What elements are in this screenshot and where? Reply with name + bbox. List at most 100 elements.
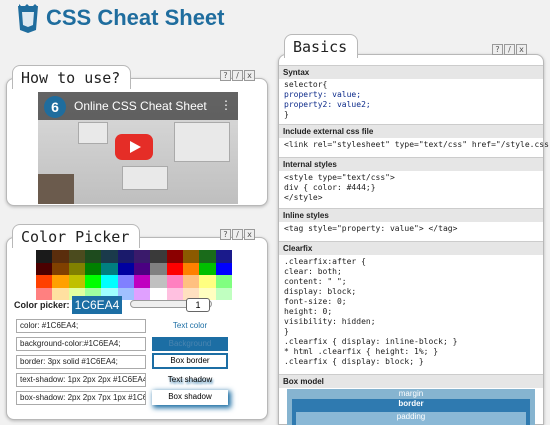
palette-swatch[interactable] [166,287,183,300]
box-model-border-label: border [398,399,424,408]
palette-swatch[interactable] [36,275,53,288]
palette-swatch[interactable] [68,250,85,263]
box-shadow-sample: Box shadow [152,390,228,405]
color-code-field[interactable]: color: #1C6EA4; [16,319,146,333]
border-sample: Box border [152,353,228,369]
palette-swatch[interactable] [101,250,118,263]
border-code-field[interactable]: border: 3px solid #1C6EA4; [16,355,146,369]
code-line: height: 0; [284,307,333,316]
close-icon[interactable]: x [516,44,527,55]
palette-swatch[interactable] [133,275,151,288]
code-line: .clearfix:after { [284,257,366,266]
section-clearfix: Clearfix [279,241,543,255]
palette-swatch[interactable] [36,250,53,263]
box-shadow-code-field[interactable]: box-shadow: 2px 2px 7px 1px #1C6EA4; [16,391,146,405]
palette-swatch[interactable] [182,262,200,275]
section-inline-styles: Inline styles [279,208,543,222]
video-title[interactable]: Online CSS Cheat Sheet [74,99,207,113]
code-line: } [284,327,289,336]
palette-swatch[interactable] [166,262,183,275]
inline-styles-code: <tag style="property: value"> </tag> [284,224,458,233]
palette-swatch[interactable] [52,262,69,275]
help-icon[interactable]: ? [492,44,503,55]
play-icon[interactable] [115,134,153,160]
close-icon[interactable]: x [244,70,255,81]
video-scene-box [174,122,230,162]
palette-swatch[interactable] [199,262,216,275]
code-line: display: block; [284,287,357,296]
code-line: <style type="text/css"> [284,173,395,182]
text-color-sample: Text color [172,321,208,330]
howto-panel-title: How to use? [12,65,132,89]
code-line: div { color: #444;} [284,183,376,192]
maximize-icon[interactable]: / [504,44,515,55]
palette-swatch[interactable] [68,262,85,275]
tutorial-video[interactable]: 6 Online CSS Cheat Sheet ⋮ [38,92,238,204]
palette-swatch[interactable] [101,275,118,288]
howto-window-controls: ? / x [220,70,255,81]
video-scene-box [78,122,108,144]
box-model-margin-label: margin [398,389,424,398]
maximize-icon[interactable]: / [232,70,243,81]
background-sample: Background [152,337,228,351]
palette-swatch[interactable] [166,250,183,263]
palette-swatch[interactable] [36,287,53,300]
internal-styles-code: <style type="text/css"> div { color: #44… [284,173,395,203]
palette-swatch[interactable] [182,275,200,288]
palette-swatch[interactable] [133,262,151,275]
palette-swatch[interactable] [150,287,167,300]
more-vert-icon[interactable]: ⋮ [220,98,232,112]
section-syntax: Syntax [279,65,543,79]
code-line: selector{ [284,80,328,89]
external-css-code: <link rel="stylesheet" type="text/css" h… [284,140,550,149]
palette-swatch[interactable] [150,250,167,263]
palette-swatch[interactable] [150,262,167,275]
maximize-icon[interactable]: / [232,229,243,240]
help-icon[interactable]: ? [220,70,231,81]
palette-swatch[interactable] [52,250,69,263]
palette-swatch[interactable] [150,275,167,288]
basics-panel-title: Basics [284,34,359,58]
text-shadow-code-field[interactable]: text-shadow: 1px 2px 2px #1C6EA4; [16,373,146,387]
palette-swatch[interactable] [166,275,183,288]
palette-swatch[interactable] [84,250,102,263]
palette-swatch[interactable] [52,287,69,300]
picker-panel-title: Color Picker [12,224,141,248]
palette-swatch[interactable] [133,287,151,300]
code-line: font-size: 0; [284,297,347,306]
background-code-field[interactable]: background-color:#1C6EA4; [16,337,146,351]
palette-swatch[interactable] [52,275,69,288]
code-line: * html .clearfix { height: 1%; } [284,347,439,356]
section-external-css: Include external css file [279,124,543,138]
css-logo-icon [18,4,38,33]
video-presenter [38,174,74,204]
palette-swatch[interactable] [182,250,200,263]
syntax-code: selector{ property: value; property2: va… [284,80,371,120]
palette-swatch[interactable] [84,275,102,288]
palette-swatch[interactable] [36,262,53,275]
palette-swatch[interactable] [215,275,232,288]
hex-input[interactable]: 1C6EA4 [72,296,122,314]
palette-swatch[interactable] [199,250,216,263]
palette-swatch[interactable] [117,275,134,288]
help-icon[interactable]: ? [220,229,231,240]
code-line: } [284,110,289,119]
color-picker-label: Color picker: [14,300,70,310]
close-icon[interactable]: x [244,229,255,240]
palette-swatch[interactable] [117,250,134,263]
site-title[interactable]: CSS Cheat Sheet [46,5,225,31]
palette-swatch[interactable] [133,250,151,263]
code-line: </style> [284,193,323,202]
palette-swatch[interactable] [68,275,85,288]
palette-swatch[interactable] [215,250,232,263]
palette-swatch[interactable] [101,262,118,275]
site-header: CSS Cheat Sheet [0,0,550,40]
clearfix-code: .clearfix:after { clear: both; content: … [284,257,457,367]
palette-swatch[interactable] [215,287,232,300]
palette-swatch[interactable] [215,262,232,275]
palette-swatch[interactable] [199,275,216,288]
palette-swatch[interactable] [117,262,134,275]
basics-window-controls: ? / x [492,44,527,55]
opacity-value[interactable]: 1 [186,298,210,312]
palette-swatch[interactable] [84,262,102,275]
